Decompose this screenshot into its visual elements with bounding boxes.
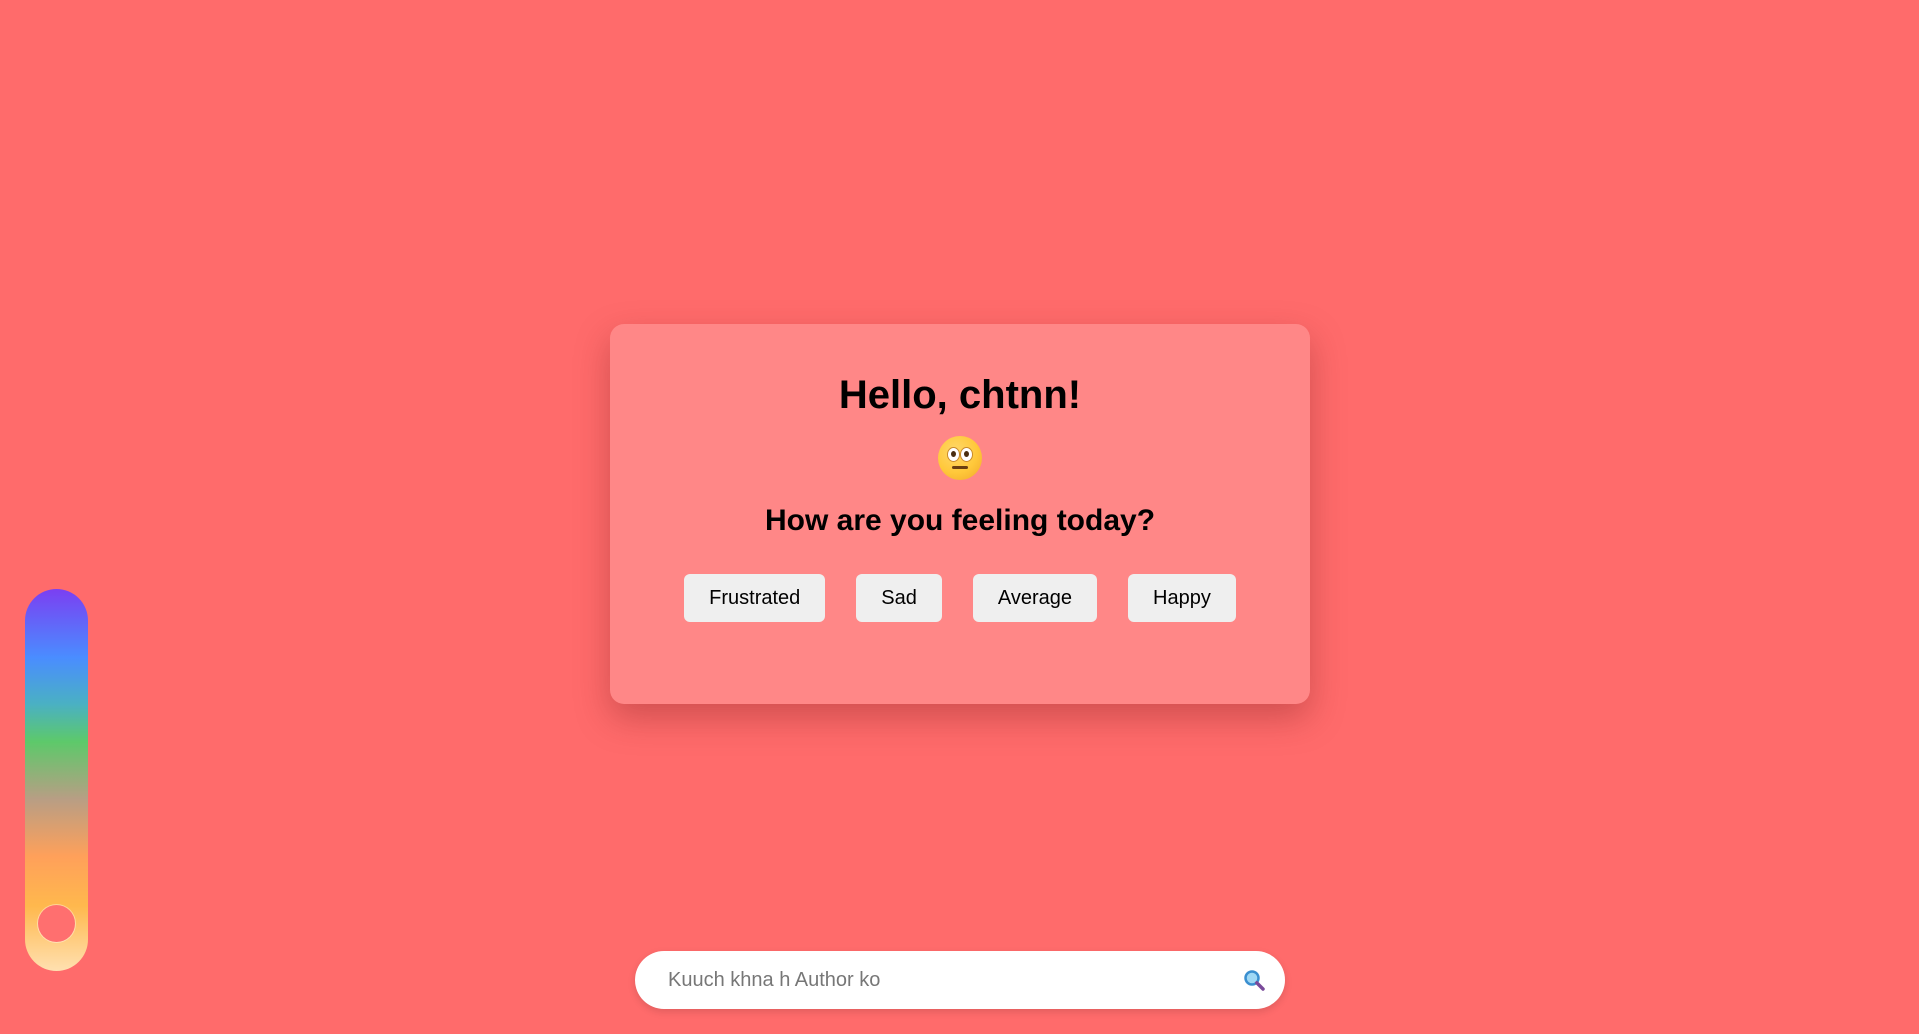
mood-card: Hello, chtnn! How are you feeling today?… <box>610 324 1310 704</box>
emoji-mouth <box>952 466 968 469</box>
greeting-title: Hello, chtnn! <box>838 373 1082 417</box>
search-bar <box>635 951 1285 1009</box>
search-input[interactable] <box>666 967 1237 993</box>
page: Hello, chtnn! How are you feeling today?… <box>0 0 1919 1034</box>
mood-happy-button[interactable]: Happy <box>1128 574 1236 622</box>
mood-options: Frustrated Sad Average Happy <box>610 574 1310 622</box>
emoji-right-eye <box>960 447 973 462</box>
mood-frustrated-button[interactable]: Frustrated <box>684 574 826 622</box>
mood-sad-button[interactable]: Sad <box>856 574 942 622</box>
mood-average-button[interactable]: Average <box>972 574 1098 622</box>
slider-handle[interactable] <box>38 905 75 943</box>
emoji-left-eye <box>947 447 960 462</box>
mood-question: How are you feeling today? <box>764 504 1156 537</box>
search-icon[interactable] <box>1237 963 1271 997</box>
mood-color-slider[interactable] <box>25 589 88 971</box>
neutral-face-icon <box>938 436 982 480</box>
